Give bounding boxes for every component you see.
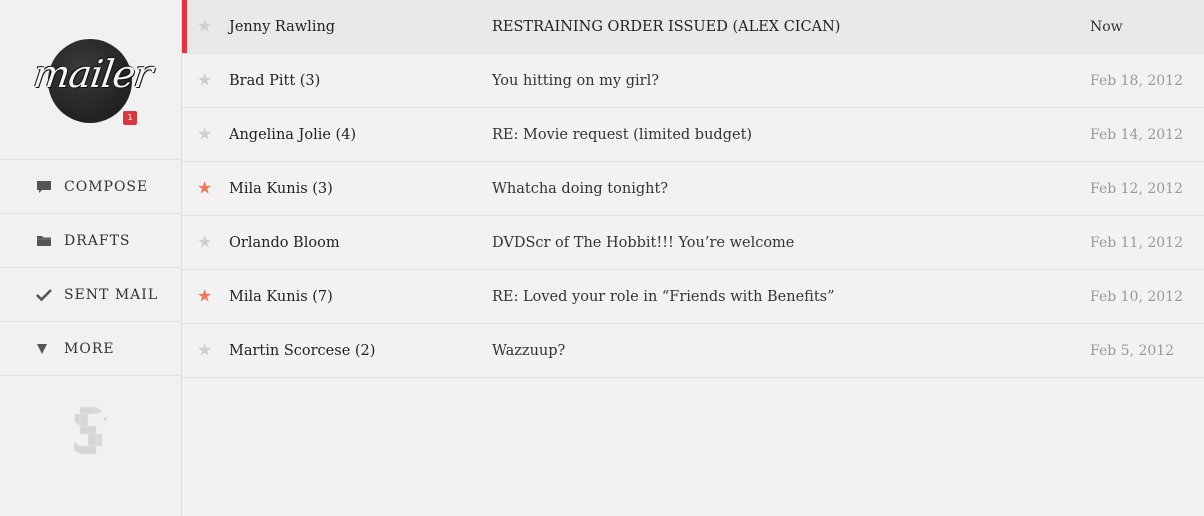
nav-item-compose[interactable]: COMPOSE [0,160,181,214]
nav-label-compose: COMPOSE [64,178,149,195]
nav-label-sent-mail: SENT MAIL [64,286,159,303]
nav-label-more: MORE [64,340,115,357]
message-row[interactable]: ★ Brad Pitt (3) You hitting on my girl? … [182,54,1204,108]
message-row[interactable]: ★ Martin Scorcese (2) Wazzuup? Feb 5, 20… [182,324,1204,378]
message-date: Feb 14, 2012 [1090,126,1183,143]
message-subject: RE: Movie request (limited budget) [492,126,753,143]
message-row[interactable]: ★ Jenny Rawling RESTRAINING ORDER ISSUED… [182,0,1204,54]
brand-mark-icon [70,404,110,458]
star-icon[interactable]: ★ [197,18,212,35]
message-subject: DVDScr of The Hobbit!!! You’re welcome [492,234,795,251]
folder-icon [35,232,53,250]
star-icon[interactable]: ★ [197,288,212,305]
triangle-down-icon [33,340,51,358]
message-date: Feb 11, 2012 [1090,234,1183,251]
star-icon[interactable]: ★ [197,72,212,89]
message-row[interactable]: ★ Mila Kunis (7) RE: Loved your role in … [182,270,1204,324]
message-subject: You hitting on my girl? [492,72,659,89]
message-date: Feb 5, 2012 [1090,342,1175,359]
message-date: Feb 10, 2012 [1090,288,1183,305]
message-date: Now [1090,18,1123,35]
message-sender: Brad Pitt (3) [229,72,321,89]
message-row[interactable]: ★ Angelina Jolie (4) RE: Movie request (… [182,108,1204,162]
message-sender: Mila Kunis (3) [229,180,333,197]
star-icon[interactable]: ★ [197,126,212,143]
nav-item-more[interactable]: MORE [0,322,181,376]
nav-item-drafts[interactable]: DRAFTS [0,214,181,268]
message-sender: Martin Scorcese (2) [229,342,376,359]
message-list: ★ Jenny Rawling RESTRAINING ORDER ISSUED… [182,0,1204,516]
checkmark-icon [35,286,53,304]
message-sender: Mila Kunis (7) [229,288,333,305]
message-row[interactable]: ★ Mila Kunis (3) Whatcha doing tonight? … [182,162,1204,216]
logo-area: mailer 1 [0,0,181,160]
nav-label-drafts: DRAFTS [64,232,131,249]
message-sender: Orlando Bloom [229,234,340,251]
message-sender: Angelina Jolie (4) [229,126,357,143]
message-sender: Jenny Rawling [229,18,336,35]
star-icon[interactable]: ★ [197,234,212,251]
message-date: Feb 12, 2012 [1090,180,1183,197]
sidebar: mailer 1 COMPOSE DRAFTS SENT MAIL MORE [0,0,182,516]
message-subject: RE: Loved your role in “Friends with Ben… [492,288,835,305]
star-icon[interactable]: ★ [197,180,212,197]
mailer-app: mailer 1 COMPOSE DRAFTS SENT MAIL MORE ★… [0,0,1204,516]
message-date: Feb 18, 2012 [1090,72,1183,89]
message-subject: RESTRAINING ORDER ISSUED (ALEX CICAN) [492,18,841,35]
nav-item-sent-mail[interactable]: SENT MAIL [0,268,181,322]
message-subject: Wazzuup? [492,342,566,359]
unread-count-badge: 1 [123,111,137,125]
message-row[interactable]: ★ Orlando Bloom DVDScr of The Hobbit!!! … [182,216,1204,270]
speech-bubble-icon [35,178,53,196]
star-icon[interactable]: ★ [197,342,212,359]
logo-text: mailer [30,52,155,96]
message-subject: Whatcha doing tonight? [492,180,669,197]
